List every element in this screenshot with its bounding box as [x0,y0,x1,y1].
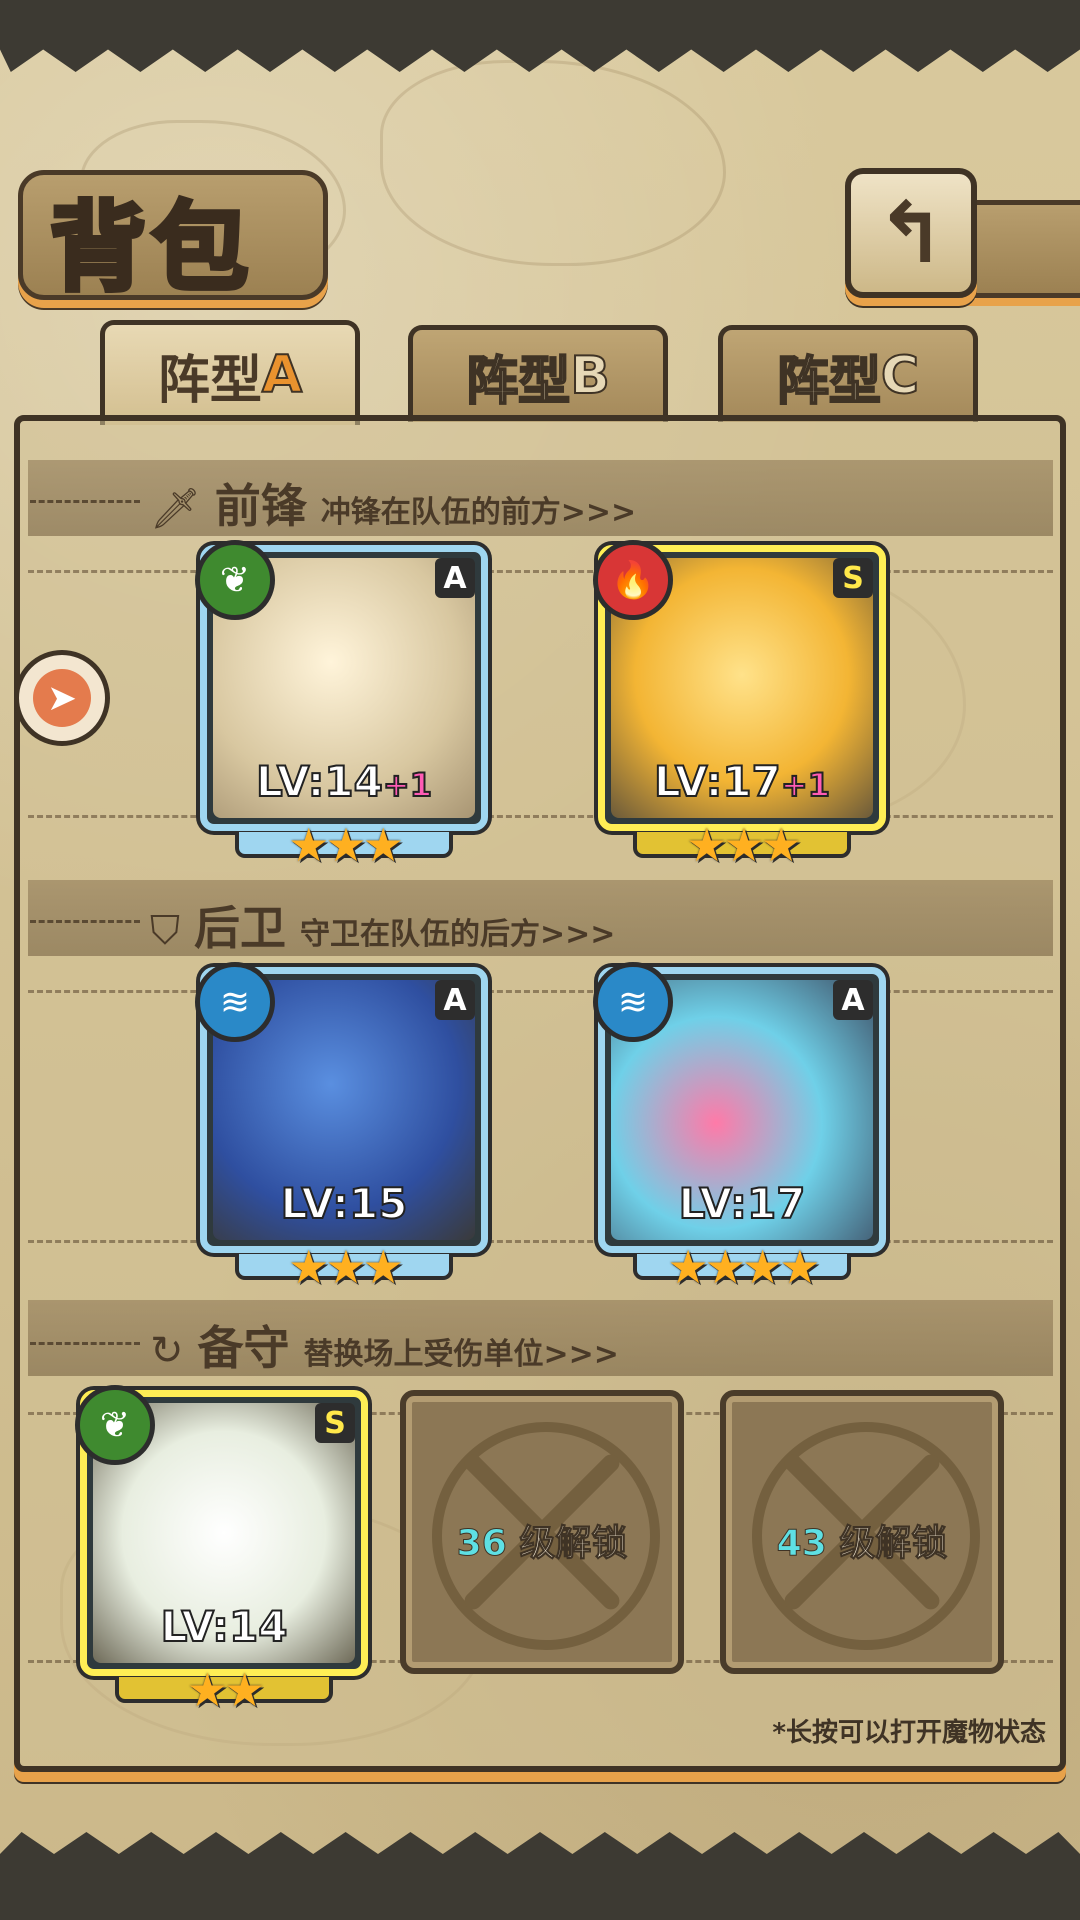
grade-badge: S [833,558,873,598]
water-element-icon: ≋ [593,962,673,1042]
level-bonus: +1 [780,765,831,805]
unlock-text: 级解锁 [839,1523,948,1565]
row-divider [28,990,1053,993]
row-divider [28,815,1053,818]
unit-level: LV:14 [87,1601,361,1652]
star-rating-3: ★★★ [288,1240,404,1294]
row-divider [28,1240,1053,1243]
long-press-hint: *长按可以打开魔物状态 [772,1718,1046,1748]
star-rating-2: ★★ [186,1663,265,1717]
grade-badge: A [833,980,873,1020]
level-text: LV:17 [653,756,782,807]
shield-icon: ⛉ [150,908,180,954]
grade-badge: A [435,558,475,598]
divider [30,1342,140,1345]
unit-card-reserve-1[interactable]: S ❦ LV:14 ★★ [75,1385,368,1717]
locked-slot[interactable]: 43 级解锁 [720,1390,1004,1674]
divider [30,920,140,923]
tab-letter: B [569,345,611,407]
tab-label: 阵型 [465,351,571,413]
star-rating-3: ★★★ [288,818,404,872]
tab-formation-a[interactable]: 阵型 A [100,320,360,425]
swap-icon: ↻ [150,1328,184,1374]
grade-badge: S [315,1403,355,1443]
tab-label: 阵型 [157,350,262,411]
unit-level: LV:17 [605,1178,879,1229]
section-desc: 守卫在队伍的后方>>> [300,917,616,952]
star-rating-3: ★★★ [686,818,802,872]
unlock-requirement: 36 级解锁 [406,1514,678,1566]
level-bonus: +1 [382,765,433,805]
section-name: 前锋 [214,479,307,533]
tab-letter: C [880,345,920,407]
level-text: LV:17 [678,1178,807,1229]
section-label-reserve: ↻ 备守 替换场上受伤单位>>> [150,1312,619,1378]
level-text: LV:15 [280,1178,409,1229]
unit-level: LV:14+1 [207,756,481,807]
back-button[interactable]: ↰ [845,168,977,298]
back-arrow-icon: ↰ [875,184,947,282]
level-text: LV:14 [255,756,384,807]
unit-card-front-2[interactable]: S 🔥 LV:17+1 ★★★ [593,540,886,872]
locked-slot[interactable]: 36 级解锁 [400,1390,684,1674]
fire-element-icon: 🔥 [593,540,673,620]
grade-badge: A [435,980,475,1020]
sword-icon: 🗡 [150,486,201,532]
tab-letter: A [261,344,303,406]
unlock-level: 43 [776,1523,827,1565]
unit-level: LV:17+1 [605,756,879,807]
map-decoration [380,60,726,266]
divider [30,500,140,503]
section-label-back: ⛉ 后卫 守卫在队伍的后方>>> [150,892,615,958]
pointer-icon: ➤ [33,669,91,727]
unit-card-back-2[interactable]: A ≋ LV:17 ★★★★ [593,962,886,1294]
section-label-front: 🗡 前锋 冲锋在队伍的前方>>> [150,470,636,536]
section-name: 备守 [197,1321,290,1375]
unit-level: LV:15 [207,1178,481,1229]
tab-formation-c[interactable]: 阵型 C [718,325,978,422]
star-rating-4: ★★★★ [667,1240,821,1294]
side-pointer-button[interactable]: ➤ [14,650,110,746]
water-element-icon: ≋ [195,962,275,1042]
leaf-element-icon: ❦ [195,540,275,620]
leaf-element-icon: ❦ [75,1385,155,1465]
unlock-text: 级解锁 [519,1523,628,1565]
unit-card-back-1[interactable]: A ≋ LV:15 ★★★ [195,962,488,1294]
unlock-level: 36 [456,1523,507,1565]
page-title: 背包 [48,189,254,307]
unlock-requirement: 43 级解锁 [726,1514,998,1566]
section-desc: 替换场上受伤单位>>> [303,1337,619,1372]
back-button-plate [965,200,1080,298]
tab-formation-b[interactable]: 阵型 B [408,325,668,422]
level-text: LV:14 [160,1601,289,1652]
section-name: 后卫 [194,901,286,955]
section-desc: 冲锋在队伍的前方>>> [320,495,637,530]
tab-label: 阵型 [776,351,882,413]
row-divider [28,570,1053,573]
unit-card-front-1[interactable]: A ❦ LV:14+1 ★★★ [195,540,488,872]
